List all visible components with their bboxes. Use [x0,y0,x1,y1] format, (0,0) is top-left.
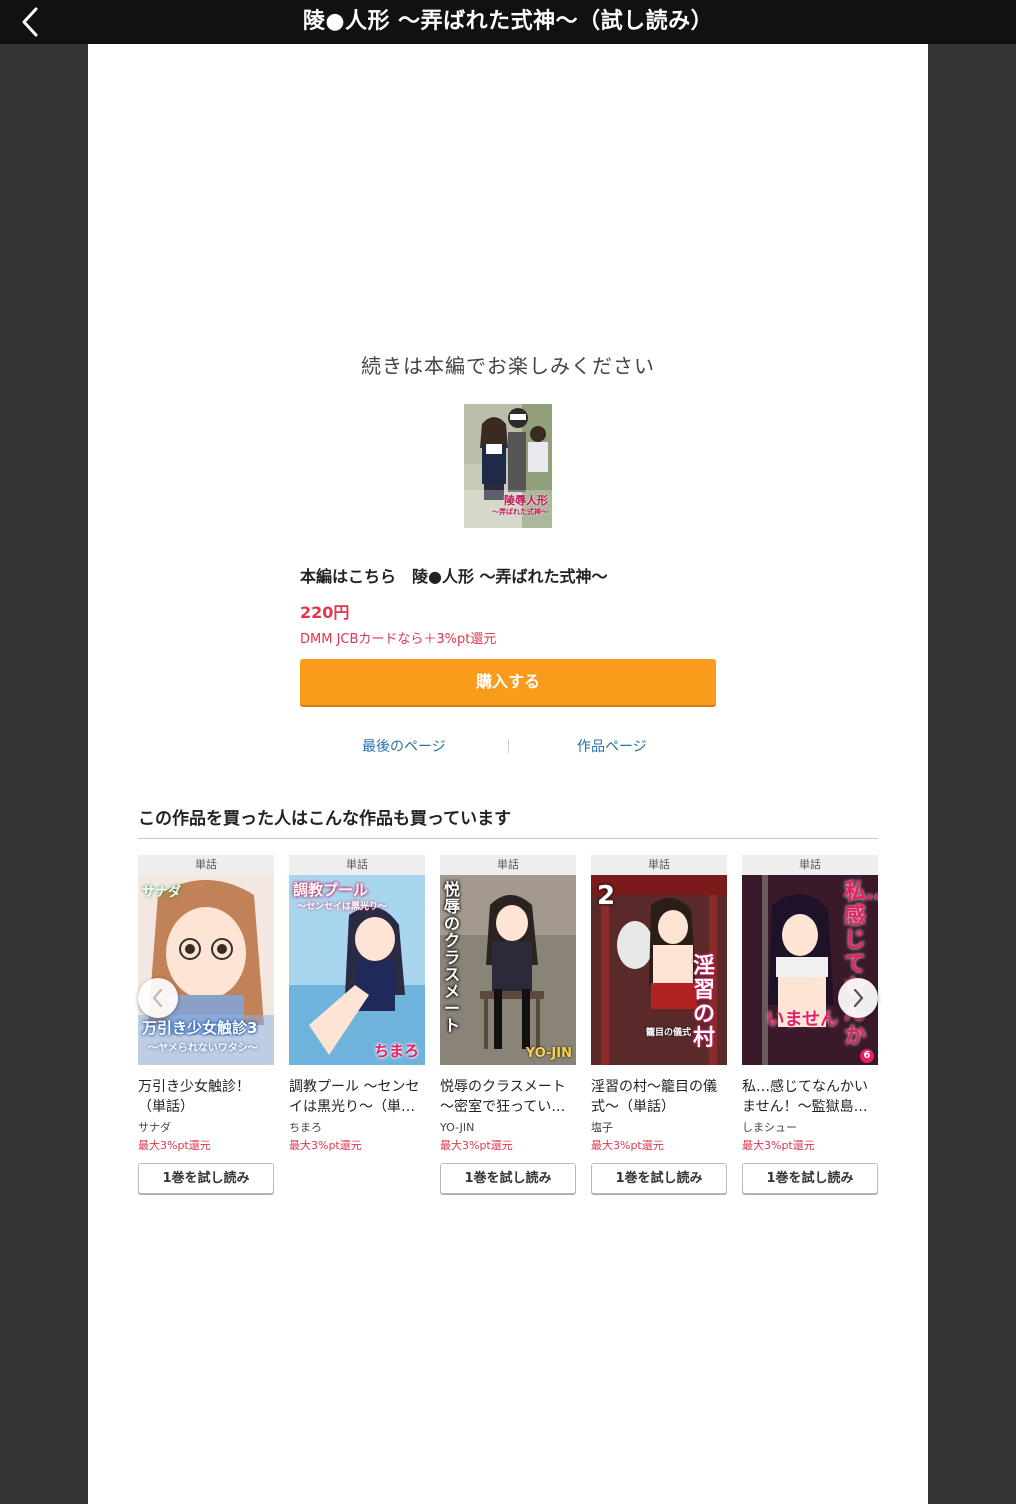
carousel-prev-button[interactable] [138,978,178,1018]
cover-subtitle-text: 〜弄ばれた式神〜 [492,508,548,516]
cover-author-text: ちまろ [373,1042,419,1060]
recommendations-divider [138,838,878,839]
card-author[interactable]: YO-JIN [440,1119,576,1137]
product-price: 220円 [300,603,350,622]
card-author[interactable]: しまシュー [742,1119,878,1137]
recommendation-card[interactable]: 単話 私…感じてなんか いません 6 私…感じてなんかいません！〜監獄島… しま… [742,855,878,1194]
last-page-link[interactable]: 最後のページ [362,736,446,756]
cover-title-text: 悦辱のクラスメート [444,880,461,1035]
card-author[interactable]: 塩子 [591,1119,727,1137]
product-cover-image[interactable]: 陵辱人形 〜弄ばれた式神〜 [464,404,552,528]
nav-divider [508,739,509,753]
product-name: 本編はこちら 陵●人形 〜弄ばれた式神〜 [300,567,608,586]
cover-title-text: 淫習の村 [693,954,716,1051]
card-title[interactable]: 調教プール 〜センセイは黒光り〜（単… [289,1077,425,1117]
card-cover-image[interactable]: 私…感じてなんか いません 6 [742,875,878,1065]
card-cover-image[interactable]: 2 淫習の村 籠目の儀式 [591,875,727,1065]
card-point: 最大3%pt還元 [440,1139,513,1152]
card-title[interactable]: 悦辱のクラスメート 〜密室で狂ってい… [440,1077,576,1117]
card-cover-image[interactable]: 悦辱のクラスメート YO-JIN [440,875,576,1065]
product-page-link[interactable]: 作品ページ [577,736,647,756]
card-point: 最大3%pt還元 [591,1139,664,1152]
card-title[interactable]: 淫習の村〜籠目の儀式〜（単話） [591,1077,727,1117]
card-author[interactable]: サナダ [138,1119,274,1137]
card-cover-image[interactable]: サナダ 万引き少女触診3 〜ヤメられないワタシ〜 [138,875,274,1065]
cover-subtitle-text: いません [766,1009,838,1030]
continue-message: 続きは本編でお楽しみください [361,354,655,378]
page-title: 陵●人形 〜弄ばれた式神〜（試し読み） [302,9,714,34]
recommendation-card[interactable]: 単話 悦辱のクラスメート YO-JIN 悦辱のクラスメート 〜密室で狂ってい… … [440,855,576,1194]
card-type-label: 単話 [289,855,425,875]
chevron-left-icon [22,7,38,37]
cover-title-text: 陵辱人形 [504,494,548,507]
card-type-label: 単話 [742,855,878,875]
page-navigation: 最後のページ 作品ページ [300,736,716,756]
chevron-left-icon [152,988,163,1008]
cover-volume-text: 2 [597,881,616,911]
point-note: DMM JCBカードなら＋3%pt還元 [300,632,497,647]
trial-read-button[interactable]: 1巻を試し読み [742,1163,878,1194]
card-type-label: 単話 [440,855,576,875]
recommendation-card[interactable]: 単話 調教プール 〜センセイは黒光り〜 ちまろ 調教プール 〜センセイは黒光り〜… [289,855,425,1155]
back-button[interactable] [12,4,48,40]
cover-subtitle-text: 〜センセイは黒光り〜 [297,902,388,912]
card-author[interactable]: ちまろ [289,1119,425,1137]
trial-read-button[interactable]: 1巻を試し読み [138,1163,274,1194]
carousel-next-button[interactable] [838,978,878,1018]
cover-volume-text: 6 [860,1049,874,1063]
card-point: 最大3%pt還元 [289,1139,362,1152]
top-bar: 陵●人形 〜弄ばれた式神〜（試し読み） [0,0,1016,44]
card-type-label: 単話 [591,855,727,875]
cover-author-text: サナダ [142,885,182,900]
recommendation-card[interactable]: 単話 2 淫習の村 籠目の儀式 淫習の村〜籠目の儀式〜（単話） 塩子 最大3%p… [591,855,727,1194]
card-point: 最大3%pt還元 [742,1139,815,1152]
buy-button[interactable]: 購入する [300,659,716,705]
trial-read-button[interactable]: 1巻を試し読み [440,1163,576,1194]
cover-subtitle-text: 〜ヤメられないワタシ〜 [148,1043,258,1054]
cover-title-text: 私…感じてなんか [844,880,878,1049]
card-title[interactable]: 私…感じてなんかいません！〜監獄島… [742,1077,878,1117]
card-type-label: 単話 [138,855,274,875]
cover-author-text: YO-JIN [525,1046,572,1061]
card-cover-image[interactable]: 調教プール 〜センセイは黒光り〜 ちまろ [289,875,425,1065]
reader-end-page: 続きは本編でお楽しみください 陵辱人形 〜弄ばれた式神〜 本編はこちら 陵●人形… [88,44,928,1504]
recommendation-card[interactable]: 単話 サナダ 万引き少女触診3 〜ヤメられないワタシ〜 万引き少女触診！（単話）… [138,855,274,1194]
cover-title-text: 万引き少女触診3 [142,1019,258,1037]
cover-title-text: 調教プール [293,881,369,899]
recommendations-heading: この作品を買った人はこんな作品も買っています [138,809,512,829]
card-title[interactable]: 万引き少女触診！（単話） [138,1077,274,1117]
cover-subtitle-text: 籠目の儀式 [645,1028,691,1038]
chevron-right-icon [853,988,864,1008]
trial-read-button[interactable]: 1巻を試し読み [591,1163,727,1194]
card-point: 最大3%pt還元 [138,1139,211,1152]
